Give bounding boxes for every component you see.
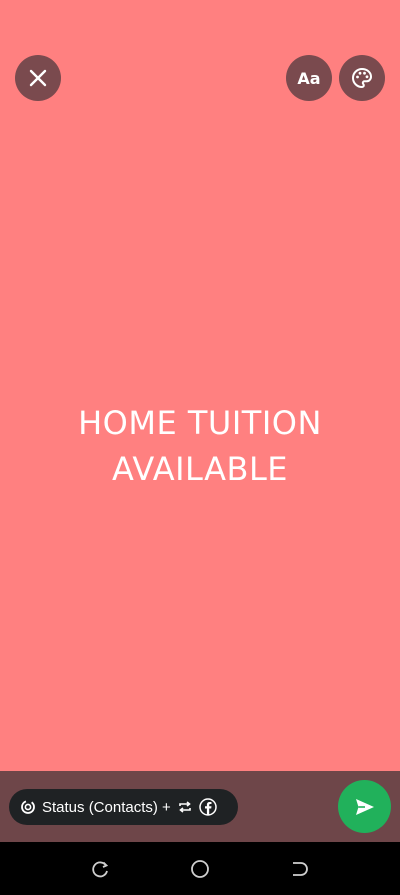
close-button[interactable] xyxy=(15,55,61,101)
recent-apps-icon xyxy=(92,861,109,878)
send-icon xyxy=(355,798,374,815)
status-audience-button[interactable]: Status (Contacts) + xyxy=(9,789,238,825)
facebook-icon xyxy=(199,798,217,816)
send-button[interactable] xyxy=(338,780,391,833)
font-button[interactable]: Aa xyxy=(286,55,332,101)
status-icon xyxy=(21,800,35,814)
back-button[interactable] xyxy=(288,858,310,880)
recent-apps-button[interactable] xyxy=(89,858,111,880)
font-button-label: Aa xyxy=(297,68,321,88)
system-navigation-bar xyxy=(0,842,400,895)
status-text-line-2: AVAILABLE xyxy=(112,450,288,488)
repeat-icon xyxy=(179,801,191,813)
palette-icon xyxy=(352,67,373,89)
back-icon xyxy=(293,862,308,876)
status-canvas[interactable]: Aa HOME TUITION AVAILABLE xyxy=(0,0,400,771)
home-icon xyxy=(191,860,209,878)
status-audience-label: Status (Contacts) + xyxy=(42,798,171,816)
status-text-line-1: HOME TUITION xyxy=(78,404,322,442)
status-text[interactable]: HOME TUITION AVAILABLE xyxy=(0,400,400,492)
close-icon xyxy=(29,69,47,87)
home-button[interactable] xyxy=(189,858,211,880)
color-palette-button[interactable] xyxy=(339,55,385,101)
